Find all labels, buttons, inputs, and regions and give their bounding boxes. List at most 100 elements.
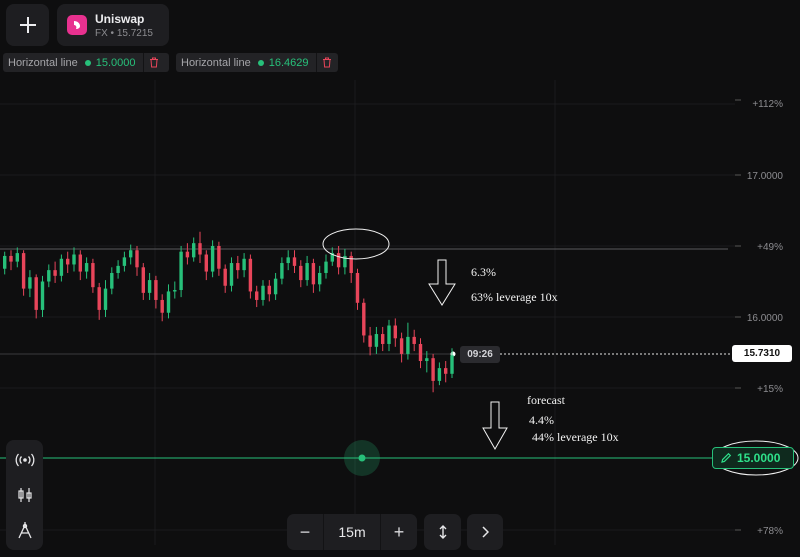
- candle-body: [34, 277, 38, 310]
- candle-body: [210, 246, 215, 272]
- axis-label: +15%: [757, 384, 783, 395]
- candle-body: [154, 280, 158, 300]
- timeframe-control: − 15m +: [287, 514, 417, 550]
- timeframe-value[interactable]: 15m: [323, 514, 381, 550]
- candle-body: [299, 265, 303, 281]
- candle-body: [47, 270, 51, 282]
- candle-body: [40, 281, 45, 310]
- down-arrow-1: [428, 259, 456, 306]
- candle-body: [103, 288, 108, 310]
- timeframe-decrease-button[interactable]: −: [287, 514, 323, 550]
- candle-body: [286, 257, 290, 264]
- candle-timer: 09:26: [460, 346, 500, 363]
- candle-body: [242, 258, 246, 271]
- candle-body: [368, 335, 372, 347]
- candle-body: [116, 265, 120, 273]
- down-arrow-2: [482, 401, 508, 451]
- drawing-toolbar: [6, 440, 43, 550]
- axis-label: +49%: [757, 242, 783, 253]
- candle-body: [66, 258, 70, 265]
- candle-body: [362, 302, 366, 336]
- candle-body: [399, 338, 404, 354]
- candle-body: [381, 334, 385, 344]
- vertical-scale-button[interactable]: [424, 514, 461, 550]
- price-chart[interactable]: +112% 17.0000 +49% 16.0000 +15% +78%: [0, 0, 800, 557]
- status-dot-icon: [257, 59, 264, 66]
- line-price-value: 15.0000: [737, 451, 781, 465]
- chart-type-button[interactable]: [6, 477, 43, 513]
- candle-body: [9, 255, 13, 262]
- line-price-badge[interactable]: 15.0000: [712, 447, 794, 469]
- candle-body: [110, 272, 114, 289]
- candle-body: [160, 299, 164, 313]
- candle-body: [21, 253, 26, 289]
- candle-body: [173, 290, 177, 292]
- candle-body: [387, 325, 391, 344]
- candle-body: [280, 263, 284, 279]
- candle-body: [198, 243, 202, 255]
- candle-body: [261, 285, 265, 300]
- trash-icon: [322, 57, 331, 68]
- next-button[interactable]: [467, 514, 503, 550]
- annotation-text: 63% leverage 10x: [471, 290, 558, 304]
- candle-body: [255, 291, 259, 300]
- candle-body: [192, 243, 196, 258]
- horizontal-line-tag[interactable]: Horizontal line 15.0000: [3, 53, 169, 72]
- candle-body: [273, 278, 278, 295]
- candlestick-icon: [17, 488, 32, 502]
- candle-body: [72, 254, 76, 265]
- candle-body: [166, 291, 171, 313]
- signals-button[interactable]: [6, 442, 43, 478]
- axis-label: 17.0000: [747, 171, 784, 182]
- candle-body: [292, 257, 297, 266]
- candle-body: [450, 355, 454, 374]
- horizontal-line-tag[interactable]: Horizontal line 16.4629: [176, 53, 338, 72]
- candle-body: [336, 253, 341, 268]
- annotation-ellipse-top: [322, 228, 390, 260]
- line-drag-handle[interactable]: [358, 454, 366, 462]
- drawing-tools-button[interactable]: [6, 512, 43, 548]
- candle-body: [324, 261, 328, 273]
- candle-body: [122, 257, 127, 266]
- timeframe-increase-button[interactable]: +: [381, 514, 417, 550]
- delete-line-button[interactable]: [143, 53, 163, 72]
- annotation-text: 44% leverage 10x: [532, 430, 619, 444]
- candle-body: [355, 272, 360, 303]
- price-axis: +112% 17.0000 +49% 16.0000 +15% +78%: [735, 99, 783, 537]
- chart-grid: [0, 80, 735, 545]
- candle-body: [318, 272, 322, 285]
- plus-icon: [19, 17, 36, 33]
- candle-body: [59, 258, 64, 276]
- horizontal-line-label: Horizontal line: [8, 56, 78, 69]
- horizontal-line-value: 16.4629: [268, 56, 309, 69]
- candles-group: [3, 231, 454, 393]
- add-chart-button[interactable]: [6, 4, 49, 46]
- axis-label: +78%: [757, 526, 783, 537]
- candle-body: [141, 267, 145, 293]
- asset-selector[interactable]: Uniswap FX • 15.7215: [57, 4, 169, 46]
- candle-body: [3, 255, 7, 269]
- candle-body: [223, 268, 227, 286]
- status-dot-icon: [84, 59, 91, 66]
- candle-body: [15, 253, 19, 262]
- candle-body: [311, 263, 316, 285]
- candle-body: [91, 263, 95, 288]
- pencil-icon: [721, 452, 732, 463]
- candle-body: [229, 263, 234, 286]
- uniswap-logo-icon: [67, 15, 87, 35]
- candle-body: [204, 254, 208, 272]
- candle-body: [78, 254, 82, 272]
- candle-body: [236, 263, 240, 271]
- candle-body: [84, 263, 89, 272]
- candle-body: [305, 263, 309, 281]
- candle-body: [431, 358, 435, 381]
- compass-icon: [17, 522, 32, 539]
- candle-body: [374, 334, 379, 347]
- candle-body: [393, 325, 397, 339]
- candle-body: [267, 285, 271, 295]
- candle-body: [129, 250, 133, 258]
- candle-body: [147, 280, 152, 293]
- delete-line-button[interactable]: [316, 53, 336, 72]
- annotation-text: forecast: [527, 393, 565, 407]
- candle-body: [444, 368, 448, 374]
